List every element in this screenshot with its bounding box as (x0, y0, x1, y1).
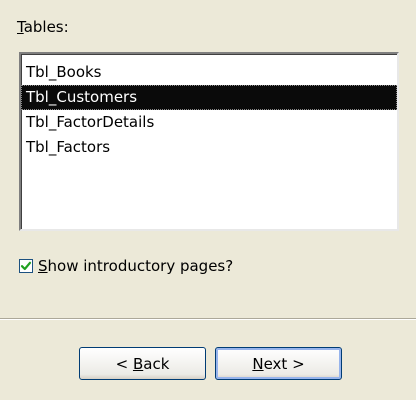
back-prefix: < (115, 354, 133, 373)
tables-label-mnemonic: T (17, 18, 24, 36)
show-intro-rest: how introductory pages? (47, 257, 234, 275)
show-intro-label: Show introductory pages? (38, 257, 233, 275)
tables-label: Tables: (17, 18, 69, 36)
show-intro-option[interactable]: Show introductory pages? (19, 257, 233, 275)
show-intro-checkbox[interactable] (19, 259, 33, 273)
back-mnemonic: B (132, 354, 144, 373)
next-button[interactable]: Next > (215, 347, 342, 380)
show-intro-mnemonic: S (38, 257, 48, 275)
next-mnemonic: N (252, 354, 264, 373)
tables-listbox[interactable]: Tbl_Books Tbl_Customers Tbl_FactorDetail… (19, 52, 399, 231)
next-rest: ext > (263, 354, 305, 373)
tables-label-rest: ables: (23, 18, 69, 36)
table-item-customers[interactable]: Tbl_Customers (21, 85, 397, 110)
table-item-factors[interactable]: Tbl_Factors (21, 135, 397, 160)
back-rest: ack (143, 354, 170, 373)
table-item-factordetails[interactable]: Tbl_FactorDetails (21, 110, 397, 135)
separator (0, 318, 416, 320)
back-button[interactable]: < Back (79, 347, 206, 380)
checkmark-icon (20, 261, 32, 271)
table-item-books[interactable]: Tbl_Books (21, 60, 397, 85)
